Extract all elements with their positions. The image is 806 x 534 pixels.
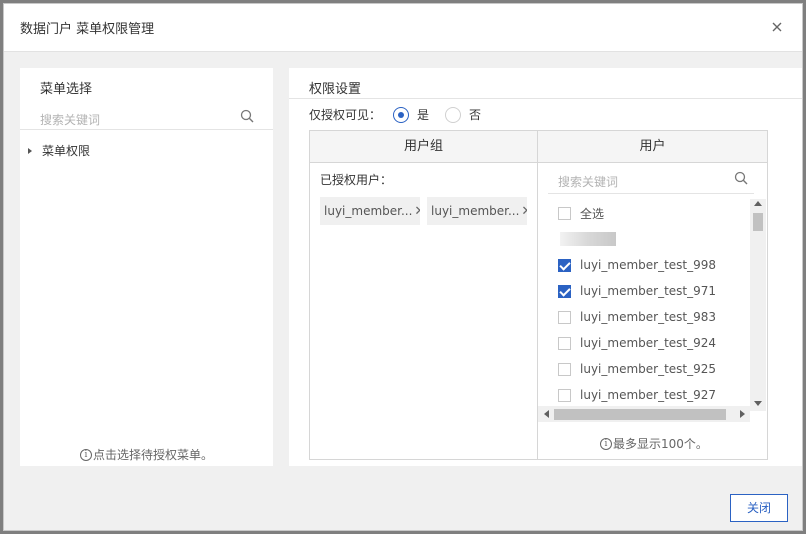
user-name: luyi_member_test_983	[580, 310, 717, 324]
vertical-scroll-thumb[interactable]	[753, 213, 763, 231]
user-checkbox[interactable]	[558, 310, 571, 324]
menu-select-panel: 菜单选择 搜索关键词 菜单权限 i 点击选择待授权菜单。	[20, 68, 273, 466]
authorized-user-chip: luyi_member... ✕	[320, 197, 420, 225]
user-list-item[interactable]: luyi_member_test_983	[558, 310, 716, 324]
user-list-item[interactable]: luyi_member_test_971	[558, 284, 716, 298]
user-checkbox[interactable]	[558, 258, 571, 272]
visibility-row: 仅授权可见： 是 否	[309, 106, 481, 123]
user-header: 用户	[538, 131, 767, 163]
user-group-column: 用户组 已授权用户： luyi_member... ✕ luyi_member.…	[310, 131, 538, 459]
radio-no[interactable]	[445, 106, 462, 123]
permission-settings-title: 权限设置	[309, 82, 362, 97]
close-button[interactable]: 关闭	[730, 494, 788, 522]
dialog-header: 数据门户 菜单权限管理	[4, 4, 802, 52]
permission-table: 用户组 已授权用户： luyi_member... ✕ luyi_member.…	[309, 130, 768, 460]
remove-icon[interactable]: ✕	[521, 204, 527, 219]
info-icon: i	[600, 437, 612, 450]
select-all-item[interactable]: 全选	[558, 205, 604, 222]
select-all-label: 全选	[580, 207, 605, 221]
user-list-item[interactable]: luyi_member_test_925	[558, 362, 716, 376]
remove-icon[interactable]: ✕	[414, 204, 420, 219]
dialog-title: 数据门户 菜单权限管理	[20, 22, 155, 37]
user-limit-hint: i 最多显示100个。	[600, 435, 708, 452]
user-search-input[interactable]: 搜索关键词	[548, 164, 754, 194]
visibility-label: 仅授权可见：	[309, 108, 382, 122]
horizontal-scroll-thumb[interactable]	[554, 409, 726, 420]
user-list-item[interactable]: luyi_member_test_924	[558, 336, 716, 350]
tree-item-label: 菜单权限	[42, 144, 91, 158]
scroll-up-icon[interactable]	[754, 201, 762, 206]
menu-hint-text: 点击选择待授权菜单。	[93, 448, 214, 462]
info-icon: i	[80, 448, 92, 461]
horizontal-scrollbar[interactable]	[538, 406, 750, 422]
scroll-left-icon[interactable]	[544, 410, 549, 418]
tree-item-menu-permission[interactable]: 菜单权限	[28, 142, 90, 159]
user-column: 用户 搜索关键词 全选 luyi_member_test_998 luyi_me…	[538, 131, 767, 459]
radio-yes-label: 是	[417, 108, 430, 122]
user-name: luyi_member_test_924	[580, 336, 717, 350]
user-group-header: 用户组	[310, 131, 537, 163]
chip-label: luyi_member...	[431, 204, 520, 218]
caret-right-icon[interactable]	[28, 147, 32, 154]
user-name: luyi_member_test_971	[580, 284, 717, 298]
user-name: luyi_member_test_925	[580, 362, 717, 376]
permission-settings-panel: 权限设置 仅授权可见： 是 否 用户组 已授权用户： luyi_member..…	[289, 68, 802, 466]
user-list-item[interactable]: luyi_member_test_998	[558, 258, 716, 272]
menu-hint: i 点击选择待授权菜单。	[80, 446, 213, 463]
scroll-right-icon[interactable]	[740, 410, 745, 418]
user-name: luyi_member_test_927	[580, 388, 717, 402]
user-checkbox[interactable]	[558, 388, 571, 402]
vertical-scrollbar[interactable]	[750, 199, 766, 411]
radio-yes[interactable]	[393, 106, 410, 123]
chip-label: luyi_member...	[324, 204, 413, 218]
permission-dialog: 数据门户 菜单权限管理 菜单选择 搜索关键词 菜单权限 i 点击选择待授权菜单。…	[3, 3, 803, 531]
user-list: 全选 luyi_member_test_998 luyi_member_test…	[538, 195, 767, 423]
radio-no-label: 否	[469, 108, 482, 122]
user-checkbox[interactable]	[558, 362, 571, 376]
menu-select-title: 菜单选择	[40, 82, 93, 97]
close-icon[interactable]	[770, 20, 784, 34]
user-list-item[interactable]: luyi_member_test_927	[558, 388, 716, 402]
menu-search-input[interactable]: 搜索关键词	[20, 104, 273, 130]
authorized-users-label: 已授权用户：	[320, 173, 393, 187]
authorized-user-chip: luyi_member... ✕	[427, 197, 527, 225]
user-limit-hint-text: 最多显示100个。	[613, 437, 708, 451]
redacted-item	[560, 232, 616, 246]
search-icon[interactable]	[240, 109, 254, 123]
menu-search-placeholder: 搜索关键词	[40, 113, 101, 127]
divider	[289, 98, 802, 99]
scroll-down-icon[interactable]	[754, 401, 762, 406]
select-all-checkbox[interactable]	[558, 207, 571, 220]
user-checkbox[interactable]	[558, 336, 571, 350]
search-icon[interactable]	[734, 171, 748, 185]
user-search-placeholder: 搜索关键词	[558, 175, 619, 189]
user-name: luyi_member_test_998	[580, 258, 717, 272]
user-checkbox[interactable]	[558, 284, 571, 298]
